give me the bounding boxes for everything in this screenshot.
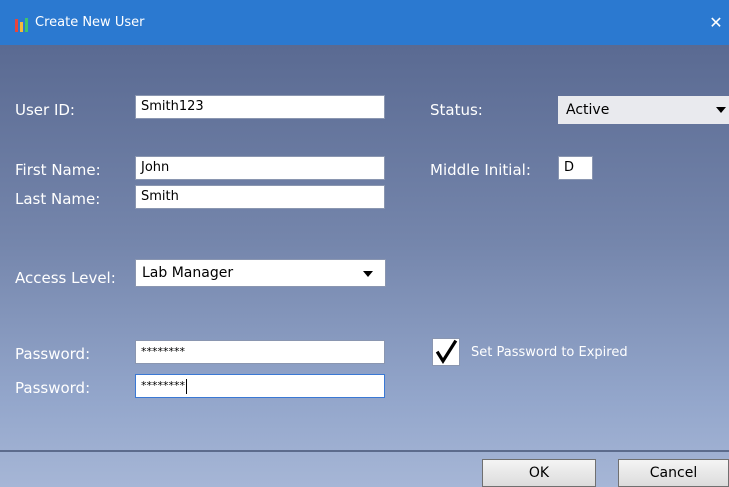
last-name-label: Last Name: — [15, 190, 101, 208]
first-name-field[interactable]: John — [135, 156, 385, 180]
password-field[interactable]: ******** — [135, 340, 385, 364]
create-new-user-dialog: Create New User ✕ User ID: Smith123 Stat… — [0, 0, 729, 487]
access-level-label: Access Level: — [15, 269, 116, 287]
cancel-button[interactable]: Cancel — [618, 459, 729, 487]
access-level-dropdown-value: Lab Manager — [142, 265, 234, 281]
last-name-field[interactable]: Smith — [135, 185, 385, 209]
checkmark-icon — [435, 339, 458, 365]
access-level-dropdown[interactable]: Lab Manager — [135, 259, 386, 287]
confirm-password-label: Password: — [15, 379, 91, 397]
status-dropdown-value: Active — [566, 102, 610, 118]
password-label: Password: — [15, 345, 91, 363]
ok-button[interactable]: OK — [482, 459, 596, 487]
text-caret — [186, 378, 187, 394]
lab-bars-icon — [15, 17, 29, 32]
first-name-label: First Name: — [15, 161, 101, 179]
dialog-title: Create New User — [35, 15, 145, 30]
footer-divider — [0, 450, 729, 452]
confirm-password-field[interactable]: ******** — [135, 374, 385, 398]
status-label: Status: — [430, 101, 483, 119]
chevron-down-icon — [716, 107, 726, 113]
form-area: User ID: Smith123 Status: Active First N… — [0, 45, 729, 487]
expire-password-label: Set Password to Expired — [471, 345, 628, 360]
close-icon[interactable]: ✕ — [705, 13, 727, 33]
user-id-label: User ID: — [15, 101, 75, 119]
middle-initial-label: Middle Initial: — [430, 161, 531, 179]
chevron-down-icon — [363, 271, 373, 277]
status-dropdown[interactable]: Active — [558, 96, 729, 124]
confirm-password-value: ******** — [141, 379, 185, 392]
title-bar: Create New User ✕ — [0, 0, 729, 45]
expire-password-checkbox[interactable] — [432, 338, 460, 366]
middle-initial-field[interactable]: D — [558, 156, 593, 180]
user-id-field[interactable]: Smith123 — [135, 95, 385, 119]
